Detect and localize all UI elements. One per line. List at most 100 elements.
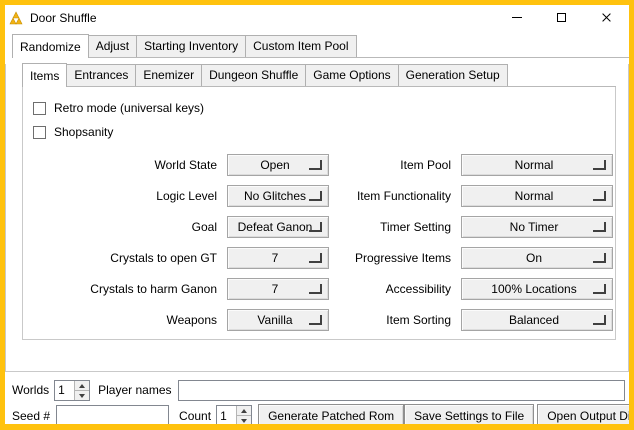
world-state-value: Open (260, 158, 295, 172)
open-output-directory-button[interactable]: Open Output Directory (537, 404, 634, 427)
item-sorting-value: Balanced (509, 313, 565, 327)
timer-setting-value: No Timer (510, 220, 565, 234)
tab-randomize[interactable]: Randomize (12, 34, 89, 58)
window-content: Randomize Adjust Starting Inventory Cust… (5, 36, 629, 430)
spin-down-icon[interactable] (74, 391, 89, 400)
crystals-ganon-value: 7 (272, 282, 285, 296)
dropdown-indicator-icon (593, 315, 606, 325)
close-button[interactable] (584, 5, 629, 30)
dropdown-indicator-icon (309, 253, 322, 263)
count-spinbox[interactable] (216, 405, 252, 426)
save-settings-button[interactable]: Save Settings to File (404, 404, 534, 427)
progressive-items-dropdown[interactable]: On (461, 247, 613, 269)
player-names-label: Player names (98, 383, 171, 397)
shopsanity-label: Shopsanity (54, 125, 113, 139)
dropdown-indicator-icon (593, 191, 606, 201)
close-icon (601, 12, 612, 23)
accessibility-dropdown[interactable]: 100% Locations (461, 278, 613, 300)
tab-generation-setup[interactable]: Generation Setup (398, 64, 508, 86)
app-window: Door Shuffle Randomize Adjust Starting I… (0, 0, 634, 430)
shopsanity-row: Shopsanity (33, 125, 615, 139)
minimize-icon (512, 17, 522, 18)
seed-input[interactable] (56, 405, 169, 426)
dropdown-indicator-icon (593, 222, 606, 232)
dropdown-indicator-icon (593, 284, 606, 294)
progressive-items-label: Progressive Items (337, 251, 453, 265)
timer-setting-label: Timer Setting (337, 220, 453, 234)
goal-value: Defeat Ganon (238, 220, 319, 234)
progressive-items-value: On (526, 251, 548, 265)
item-pool-dropdown[interactable]: Normal (461, 154, 613, 176)
generate-patched-rom-button[interactable]: Generate Patched Rom (258, 404, 404, 427)
goal-label: Goal (27, 220, 219, 234)
item-pool-label: Item Pool (337, 158, 453, 172)
items-page: Retro mode (universal keys) Shopsanity W… (22, 87, 616, 340)
tab-game-options[interactable]: Game Options (305, 64, 398, 86)
weapons-dropdown[interactable]: Vanilla (227, 309, 329, 331)
dropdown-indicator-icon (593, 253, 606, 263)
crystals-gt-label: Crystals to open GT (27, 251, 219, 265)
dropdown-indicator-icon (309, 222, 322, 232)
retro-mode-row: Retro mode (universal keys) (33, 101, 615, 115)
item-functionality-label: Item Functionality (337, 189, 453, 203)
count-input[interactable] (217, 406, 236, 425)
window-title: Door Shuffle (30, 11, 97, 25)
retro-mode-label: Retro mode (universal keys) (54, 101, 204, 115)
window-controls (494, 5, 629, 30)
shopsanity-checkbox[interactable] (33, 126, 46, 139)
spin-up-icon[interactable] (74, 381, 89, 391)
worlds-input[interactable] (55, 381, 74, 400)
count-label: Count (179, 409, 211, 423)
player-names-input[interactable] (178, 380, 626, 401)
worlds-spinbox[interactable] (54, 380, 90, 401)
tab-dungeon-shuffle[interactable]: Dungeon Shuffle (201, 64, 306, 86)
crystals-gt-value: 7 (272, 251, 285, 265)
tab-items[interactable]: Items (22, 63, 67, 87)
randomize-page: Items Entrances Enemizer Dungeon Shuffle… (5, 64, 629, 372)
accessibility-value: 100% Locations (491, 282, 582, 296)
seed-label: Seed # (12, 409, 50, 423)
worlds-spin-arrows (74, 381, 89, 400)
dropdown-indicator-icon (309, 315, 322, 325)
dropdown-indicator-icon (309, 160, 322, 170)
options-grid: World State Open Item Pool Normal Logic … (27, 154, 615, 331)
retro-mode-checkbox[interactable] (33, 102, 46, 115)
maximize-button[interactable] (539, 5, 584, 30)
weapons-value: Vanilla (257, 313, 298, 327)
dropdown-indicator-icon (309, 284, 322, 294)
tab-custom-item-pool[interactable]: Custom Item Pool (245, 35, 356, 57)
maximize-icon (557, 13, 566, 22)
tab-enemizer[interactable]: Enemizer (135, 64, 202, 86)
tab-entrances[interactable]: Entrances (66, 64, 136, 86)
spin-down-icon[interactable] (236, 416, 251, 425)
main-tabbar: Randomize Adjust Starting Inventory Cust… (12, 36, 629, 58)
accessibility-label: Accessibility (337, 282, 453, 296)
inner-notebook: Items Entrances Enemizer Dungeon Shuffle… (22, 66, 616, 340)
item-functionality-dropdown[interactable]: Normal (461, 185, 613, 207)
crystals-ganon-label: Crystals to harm Ganon (27, 282, 219, 296)
logic-level-label: Logic Level (27, 189, 219, 203)
worlds-label: Worlds (12, 383, 49, 397)
tab-starting-inventory[interactable]: Starting Inventory (136, 35, 246, 57)
crystals-ganon-dropdown[interactable]: 7 (227, 278, 329, 300)
item-sorting-dropdown[interactable]: Balanced (461, 309, 613, 331)
item-sorting-label: Item Sorting (337, 313, 453, 327)
logic-level-dropdown[interactable]: No Glitches (227, 185, 329, 207)
world-state-label: World State (27, 158, 219, 172)
timer-setting-dropdown[interactable]: No Timer (461, 216, 613, 238)
titlebar[interactable]: Door Shuffle (5, 5, 629, 30)
crystals-gt-dropdown[interactable]: 7 (227, 247, 329, 269)
item-functionality-value: Normal (515, 189, 560, 203)
seed-row: Seed # Count Generate Patched Rom Save S… (5, 404, 629, 427)
logic-level-value: No Glitches (244, 189, 312, 203)
tab-adjust[interactable]: Adjust (88, 35, 137, 57)
world-state-dropdown[interactable]: Open (227, 154, 329, 176)
worlds-row: Worlds Player names (5, 379, 629, 401)
inner-tabbar: Items Entrances Enemizer Dungeon Shuffle… (22, 66, 616, 87)
dropdown-indicator-icon (593, 160, 606, 170)
goal-dropdown[interactable]: Defeat Ganon (227, 216, 329, 238)
minimize-button[interactable] (494, 5, 539, 30)
dropdown-indicator-icon (309, 191, 322, 201)
spin-up-icon[interactable] (236, 406, 251, 416)
count-spin-arrows (236, 406, 251, 425)
